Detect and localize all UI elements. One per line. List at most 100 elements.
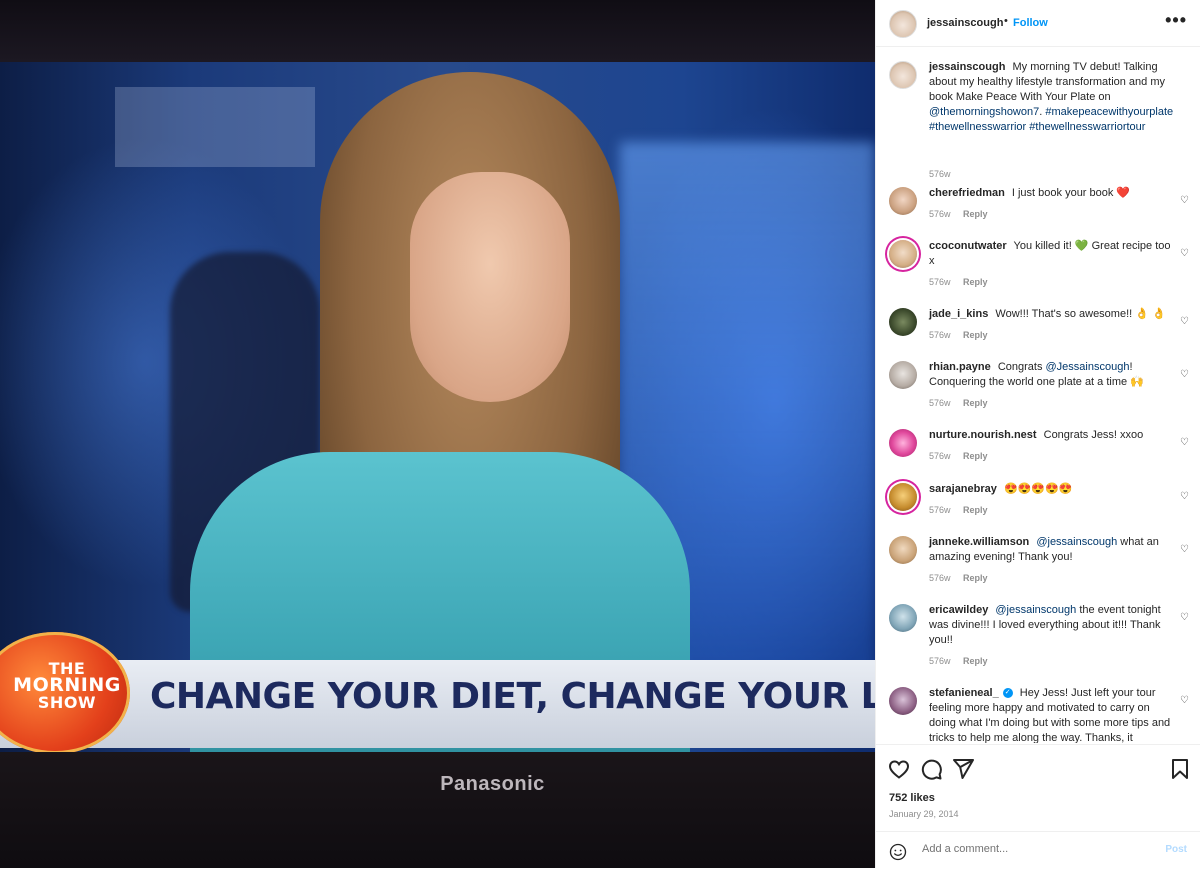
bookmark-icon[interactable] xyxy=(1168,757,1192,781)
follow-button[interactable]: Follow xyxy=(1013,17,1048,29)
comment-username[interactable]: nurture.nourish.nest xyxy=(929,429,1037,441)
comment-time[interactable]: 576w xyxy=(929,573,951,583)
comment-body: Congrats xyxy=(997,361,1043,373)
comment-meta: 576w Reply xyxy=(929,277,998,287)
comment-meta: 576w Reply xyxy=(929,573,998,583)
hashtag-link[interactable]: #thewellnesswarriortour xyxy=(1029,121,1145,133)
comment-text: ericawildey @jessainscough the event ton… xyxy=(929,603,1174,648)
commenter-avatar[interactable] xyxy=(889,308,917,336)
logo-line: MORNING xyxy=(13,674,121,696)
comment-meta: 576w Reply xyxy=(929,330,998,340)
commenter-avatar[interactable] xyxy=(889,687,917,715)
comment-like-heart-icon[interactable]: ♡ xyxy=(1180,369,1189,380)
comment-like-heart-icon[interactable]: ♡ xyxy=(1180,195,1189,206)
send-icon[interactable] xyxy=(951,757,975,781)
more-options-icon[interactable]: ••• xyxy=(1165,10,1187,31)
comment-username[interactable]: rhian.payne xyxy=(929,361,991,373)
hashtag-link[interactable]: #thewellnesswarrior xyxy=(929,121,1026,133)
comment-like-heart-icon[interactable]: ♡ xyxy=(1180,612,1189,623)
comment-time[interactable]: 576w xyxy=(929,277,951,287)
emoji-icon[interactable] xyxy=(889,843,907,861)
comment-mention[interactable]: @jessainscough xyxy=(995,604,1076,616)
comment-like-heart-icon[interactable]: ♡ xyxy=(1180,695,1189,706)
commenter-avatar[interactable] xyxy=(889,483,917,511)
comment-username[interactable]: cherefriedman xyxy=(929,187,1005,199)
comment-time[interactable]: 576w xyxy=(929,505,951,515)
caption-meta: 576w xyxy=(929,169,961,179)
presenter-face xyxy=(410,172,570,402)
comment-time[interactable]: 576w xyxy=(929,209,951,219)
reply-button[interactable]: Reply xyxy=(963,209,988,219)
comment-like-heart-icon[interactable]: ♡ xyxy=(1180,491,1189,502)
comment-body: Wow!!! That's so awesome!! 👌 👌 xyxy=(995,308,1166,320)
caption-time[interactable]: 576w xyxy=(929,169,951,179)
caption-text: jessainscough My morning TV debut! Talki… xyxy=(929,60,1174,135)
reply-button[interactable]: Reply xyxy=(963,398,988,408)
comment-username[interactable]: stefanieneal_ xyxy=(929,687,999,699)
comment-username[interactable]: ericawildey xyxy=(929,604,988,616)
comment-icon[interactable] xyxy=(919,757,943,781)
reply-button[interactable]: Reply xyxy=(963,330,988,340)
comment-text: stefanieneal_ ✓ Hey Jess! Just left your … xyxy=(929,686,1174,743)
reply-button[interactable]: Reply xyxy=(963,573,988,583)
comment-time[interactable]: 576w xyxy=(929,451,951,461)
caption-username[interactable]: jessainscough xyxy=(929,61,1005,73)
reply-button[interactable]: Reply xyxy=(963,451,988,461)
comment-text: ccoconutwater You killed it! 💚 Great rec… xyxy=(929,239,1174,269)
comment-like-heart-icon[interactable]: ♡ xyxy=(1180,544,1189,555)
comment-meta: 576w Reply xyxy=(929,505,998,515)
comment-username[interactable]: ccoconutwater xyxy=(929,240,1007,252)
comment-meta: 576w Reply xyxy=(929,656,998,666)
comment-username[interactable]: jade_i_kins xyxy=(929,308,988,320)
post-side-panel: jessainscough • Follow ••• jessainscough… xyxy=(875,0,1200,868)
separator-dot: • xyxy=(1004,15,1008,27)
comment-like-heart-icon[interactable]: ♡ xyxy=(1180,316,1189,327)
comment-username[interactable]: sarajanebray xyxy=(929,483,997,495)
comment-time[interactable]: 576w xyxy=(929,398,951,408)
author-username[interactable]: jessainscough xyxy=(927,17,1003,29)
comment-text: rhian.payne Congrats @Jessainscough! Con… xyxy=(929,360,1174,390)
post-comment-button[interactable]: Post xyxy=(1165,844,1187,855)
comment-text: nurture.nourish.nest Congrats Jess! xxoo xyxy=(929,428,1174,443)
heart-icon[interactable] xyxy=(887,757,911,781)
comment-like-heart-icon[interactable]: ♡ xyxy=(1180,248,1189,259)
comment-time[interactable]: 576w xyxy=(929,656,951,666)
comment-body: Congrats Jess! xxoo xyxy=(1043,429,1144,441)
comment-time[interactable]: 576w xyxy=(929,330,951,340)
comment-meta: 576w Reply xyxy=(929,398,998,408)
reply-button[interactable]: Reply xyxy=(963,656,988,666)
comment-mention[interactable]: @Jessainscough xyxy=(1046,361,1130,373)
comment-mention[interactable]: @jessainscough xyxy=(1036,536,1117,548)
tv-lower-third: THE MORNING SHOW CHANGE YOUR DIET, CHANG… xyxy=(0,632,875,754)
caption-period: . xyxy=(1039,106,1043,118)
commenter-avatar[interactable] xyxy=(889,429,917,457)
caption-mention[interactable]: @themorningshowon7 xyxy=(929,106,1039,118)
commenter-avatar[interactable] xyxy=(889,604,917,632)
post-date[interactable]: January 29, 2014 xyxy=(889,809,959,819)
tv-brand-label: Panasonic xyxy=(440,773,545,795)
comment-body: I just book your book ❤️ xyxy=(1011,187,1131,199)
comment-text: cherefriedman I just book your book ❤️ xyxy=(929,186,1174,201)
comment-text: janneke.williamson @jessainscough what a… xyxy=(929,535,1174,565)
hashtag-link[interactable]: #makepeacewithyourplate xyxy=(1045,106,1173,118)
post-media-image[interactable]: THE MORNING SHOW CHANGE YOUR DIET, CHANG… xyxy=(0,0,875,868)
likes-count[interactable]: 752 likes xyxy=(889,792,935,804)
comment-username[interactable]: janneke.williamson xyxy=(929,536,1029,548)
commenter-avatar[interactable] xyxy=(889,536,917,564)
caption-author-avatar[interactable] xyxy=(889,61,917,89)
reply-button[interactable]: Reply xyxy=(963,505,988,515)
commenter-avatar[interactable] xyxy=(889,187,917,215)
commenter-avatar[interactable] xyxy=(889,240,917,268)
logo-line: SHOW xyxy=(37,693,97,712)
comment-input[interactable] xyxy=(920,842,1144,856)
comments-list[interactable]: jessainscough My morning TV debut! Talki… xyxy=(876,47,1200,743)
comment-like-heart-icon[interactable]: ♡ xyxy=(1180,437,1189,448)
tv-headline: CHANGE YOUR DIET, CHANGE YOUR LIFE xyxy=(150,676,875,717)
comment-meta: 576w Reply xyxy=(929,209,998,219)
author-avatar[interactable] xyxy=(889,10,917,38)
tv-bezel-bottom xyxy=(0,752,875,868)
verified-badge-icon: ✓ xyxy=(1002,688,1013,699)
commenter-avatar[interactable] xyxy=(889,361,917,389)
morning-show-logo-text: THE MORNING SHOW xyxy=(0,660,142,711)
reply-button[interactable]: Reply xyxy=(963,277,988,287)
